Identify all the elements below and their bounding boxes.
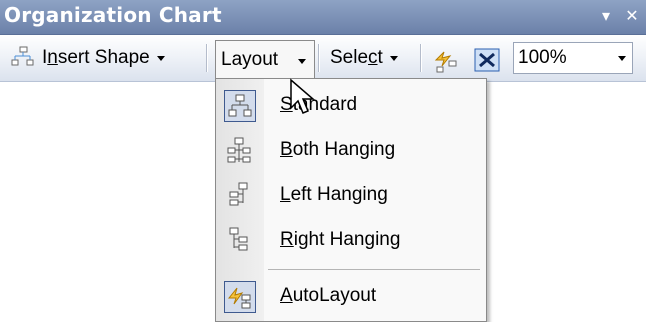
layout-menu: Standard Both Hanging Left Hanging Right… (215, 78, 487, 322)
menu-item-label: AutoLayout (280, 285, 377, 306)
chevron-down-icon[interactable] (618, 56, 626, 61)
close-icon[interactable]: ✕ (622, 6, 642, 26)
left-hanging-icon (224, 180, 254, 210)
toolbar-separator (318, 44, 320, 72)
zoom-value: 100% (518, 47, 567, 68)
chevron-down-icon (389, 55, 398, 61)
autolayout-icon[interactable] (432, 46, 460, 74)
select-label: Select (330, 47, 383, 68)
autolayout-icon (224, 281, 256, 313)
zoom-combobox[interactable]: 100% (513, 42, 633, 74)
org-chart-icon (11, 46, 34, 66)
insert-shape-button[interactable]: Insert Shape (10, 44, 165, 72)
menu-item-autolayout[interactable]: AutoLayout (216, 275, 486, 319)
chevron-down-icon (156, 55, 165, 61)
right-hanging-icon (224, 225, 254, 255)
window-title: Organization Chart (4, 3, 222, 27)
menu-item-label: Right Hanging (280, 229, 401, 250)
menu-item-both-hanging[interactable]: Both Hanging (216, 129, 486, 173)
menu-item-standard[interactable]: Standard (216, 84, 486, 128)
menu-separator (268, 269, 480, 270)
both-hanging-icon (224, 135, 254, 165)
menu-item-label: Left Hanging (280, 184, 388, 205)
fit-text-icon[interactable] (474, 48, 500, 72)
chevron-down-icon[interactable]: ▾ (596, 6, 616, 26)
insert-shape-label: Insert Shape (42, 47, 150, 68)
select-button[interactable]: Select (330, 44, 398, 72)
standard-layout-icon (224, 90, 256, 122)
titlebar: Organization Chart ▾ ✕ (0, 0, 646, 35)
toolbar-separator (206, 44, 208, 72)
menu-item-label: Both Hanging (280, 139, 396, 160)
layout-label: Layout (221, 49, 279, 70)
chevron-down-icon (298, 59, 306, 64)
mouse-cursor-icon (290, 78, 316, 114)
menu-item-left-hanging[interactable]: Left Hanging (216, 174, 486, 218)
menu-item-right-hanging[interactable]: Right Hanging (216, 219, 486, 263)
layout-button[interactable]: Layout (215, 40, 315, 79)
toolbar-separator (420, 44, 422, 72)
